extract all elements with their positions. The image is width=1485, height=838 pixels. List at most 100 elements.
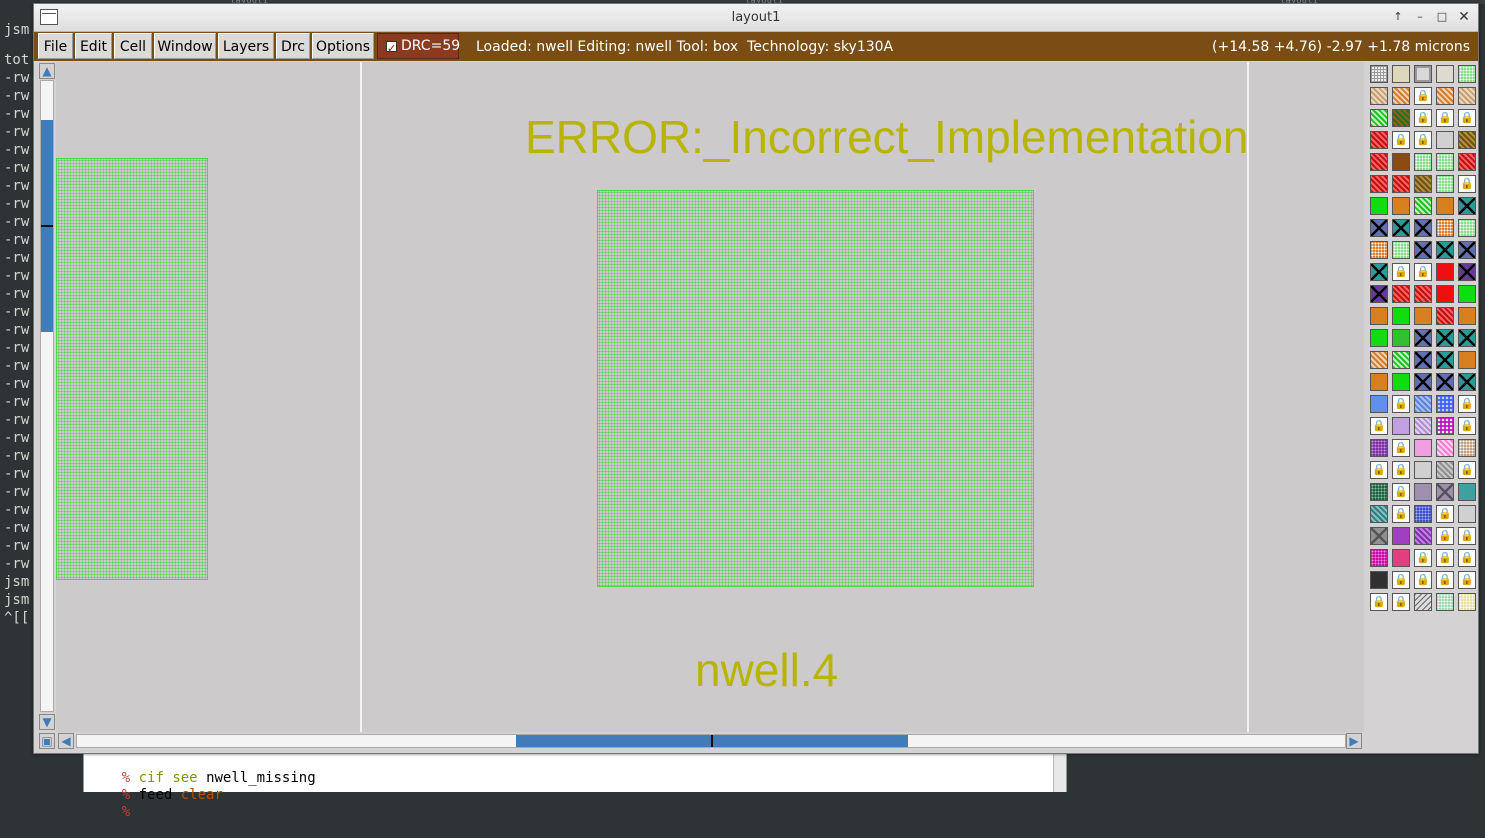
layer-swatch-orange[interactable] [1414, 307, 1432, 325]
layer-swatch-red-hatch[interactable] [1392, 175, 1410, 193]
scroll-right-arrow-icon[interactable]: ▶ [1346, 733, 1362, 749]
layer-lock-icon[interactable] [1392, 571, 1410, 589]
layer-swatch-blue-x[interactable] [1458, 241, 1476, 259]
layer-lock-icon[interactable] [1392, 395, 1410, 413]
layer-swatch-orange-dots[interactable] [1436, 219, 1454, 237]
layer-swatch-magenta-check[interactable] [1436, 417, 1454, 435]
layer-swatch-gray-x[interactable] [1370, 527, 1388, 545]
layer-lock-icon[interactable] [1392, 439, 1410, 457]
layer-swatch-gray[interactable] [1436, 131, 1454, 149]
layer-swatch-brown[interactable] [1392, 153, 1410, 171]
layer-swatch-pale-green[interactable] [1436, 593, 1454, 611]
layer-swatch-gray[interactable] [1414, 461, 1432, 479]
layer-swatch-blue-x[interactable] [1436, 373, 1454, 391]
shade-button[interactable]: ↑ [1390, 9, 1406, 25]
layer-swatch-green-hatch[interactable] [1414, 197, 1432, 215]
layer-swatch-green[interactable] [1392, 373, 1410, 391]
layer-swatch-green-brown[interactable] [1392, 109, 1410, 127]
layer-swatch-teal-x[interactable] [1458, 329, 1476, 347]
layer-swatch-red-hatch[interactable] [1370, 131, 1388, 149]
layer-lock-icon[interactable] [1392, 461, 1410, 479]
layer-swatch-gray-hatch[interactable] [1436, 461, 1454, 479]
layer-swatch-green2[interactable] [1392, 329, 1410, 347]
maximize-button[interactable]: □ [1434, 9, 1450, 25]
layer-lock-icon[interactable] [1370, 461, 1388, 479]
layer-lock-icon[interactable] [1392, 263, 1410, 281]
layer-swatch-blue-hatch[interactable] [1414, 395, 1432, 413]
layer-lock-icon[interactable] [1414, 571, 1432, 589]
layer-swatch-tan-dots[interactable] [1458, 439, 1476, 457]
layer-swatch-green[interactable] [1370, 329, 1388, 347]
layer-swatch-teal-hatch[interactable] [1370, 505, 1388, 523]
layer-swatch-green-dots[interactable] [1436, 153, 1454, 171]
layer-lock-icon[interactable] [1458, 395, 1476, 413]
layer-swatch-tan-hatch[interactable] [1370, 87, 1388, 105]
drc-error-label[interactable]: ERROR:_Incorrect_Implementation [525, 110, 1249, 164]
layer-lock-icon[interactable] [1414, 109, 1432, 127]
layer-swatch-gray-box[interactable] [1414, 65, 1432, 83]
layer-lock-icon[interactable] [1392, 483, 1410, 501]
layer-swatch-blue-x[interactable] [1414, 373, 1432, 391]
menu-file[interactable]: File [38, 33, 73, 59]
layer-swatch-lavender[interactable] [1392, 417, 1410, 435]
scroll-up-arrow-icon[interactable]: ▲ [39, 63, 55, 79]
layer-swatch-red[interactable] [1436, 263, 1454, 281]
layer-lock-icon[interactable] [1414, 87, 1432, 105]
layer-swatch-orange[interactable] [1436, 197, 1454, 215]
layer-swatch-teal-x[interactable] [1436, 241, 1454, 259]
layer-lock-icon[interactable] [1414, 549, 1432, 567]
drc-checkbox[interactable] [386, 37, 397, 61]
layer-lock-icon[interactable] [1458, 109, 1476, 127]
layer-lock-icon[interactable] [1436, 571, 1454, 589]
layer-swatch-teal[interactable] [1458, 483, 1476, 501]
layer-swatch-teal-x[interactable] [1436, 351, 1454, 369]
menu-drc[interactable]: Drc [276, 33, 310, 59]
layer-swatch-orange[interactable] [1458, 307, 1476, 325]
layer-swatch-magenta-dots[interactable] [1370, 549, 1388, 567]
layer-swatch-orange[interactable] [1458, 351, 1476, 369]
horizontal-scrollbar[interactable]: ▣ ◀ ▶ [38, 732, 1364, 750]
layer-lock-icon[interactable] [1436, 109, 1454, 127]
layer-swatch-teal-x[interactable] [1458, 373, 1476, 391]
layer-swatch-tan2[interactable] [1436, 65, 1454, 83]
title-bar[interactable]: layout1 ↑ – □ ✕ [34, 4, 1478, 32]
layer-swatch-teal-x[interactable] [1458, 197, 1476, 215]
layer-swatch-red-hatch[interactable] [1392, 285, 1410, 303]
menu-layers[interactable]: Layers [218, 33, 274, 59]
layer-swatch-green-dots[interactable] [1436, 175, 1454, 193]
layout-canvas[interactable]: ERROR:_Incorrect_Implementation nwell.4 [56, 62, 1364, 732]
nwell-rectangle[interactable] [597, 190, 1034, 587]
console-scrollbar[interactable] [1053, 752, 1066, 792]
layer-swatch-purple[interactable] [1392, 527, 1410, 545]
drc-rule-label[interactable]: nwell.4 [695, 643, 838, 697]
layer-swatch-blue-x[interactable] [1414, 241, 1432, 259]
drc-toggle[interactable]: DRC=59 [377, 33, 460, 61]
layer-lock-icon[interactable] [1458, 461, 1476, 479]
vertical-scrollbar[interactable]: ▲ ▼ [38, 62, 56, 732]
layer-lock-icon[interactable] [1392, 505, 1410, 523]
layer-swatch-teal-x[interactable] [1370, 263, 1388, 281]
layer-swatch-tan[interactable] [1392, 65, 1410, 83]
menu-options[interactable]: Options [312, 33, 374, 59]
layer-swatch-orange-hatch[interactable] [1436, 87, 1454, 105]
layer-swatch-green[interactable] [1370, 197, 1388, 215]
scroll-left-arrow-icon[interactable]: ◀ [58, 733, 74, 749]
layer-lock-icon[interactable] [1370, 417, 1388, 435]
layer-swatch-blue-check[interactable] [1436, 395, 1454, 413]
layer-lock-icon[interactable] [1458, 175, 1476, 193]
layer-swatch-dark-green-dots[interactable] [1370, 483, 1388, 501]
layer-lock-icon[interactable] [1458, 549, 1476, 567]
layer-swatch-black[interactable] [1370, 571, 1388, 589]
layer-swatch-red-hatch[interactable] [1414, 285, 1432, 303]
layer-lock-icon[interactable] [1414, 131, 1432, 149]
layer-swatch-pale-yellow[interactable] [1458, 593, 1476, 611]
layer-swatch-green-hatch[interactable] [1392, 351, 1410, 369]
layer-swatch-purple-hatch[interactable] [1414, 527, 1432, 545]
layer-swatch-teal-x[interactable] [1392, 219, 1410, 237]
menu-window[interactable]: Window [154, 33, 216, 59]
layer-lock-icon[interactable] [1370, 593, 1388, 611]
layer-lock-icon[interactable] [1436, 505, 1454, 523]
magic-console[interactable]: % cif see nwell_missing % feed clear % [83, 752, 1067, 820]
layer-swatch-grid[interactable] [1370, 65, 1388, 83]
layer-swatch-gray-lines[interactable] [1414, 593, 1432, 611]
